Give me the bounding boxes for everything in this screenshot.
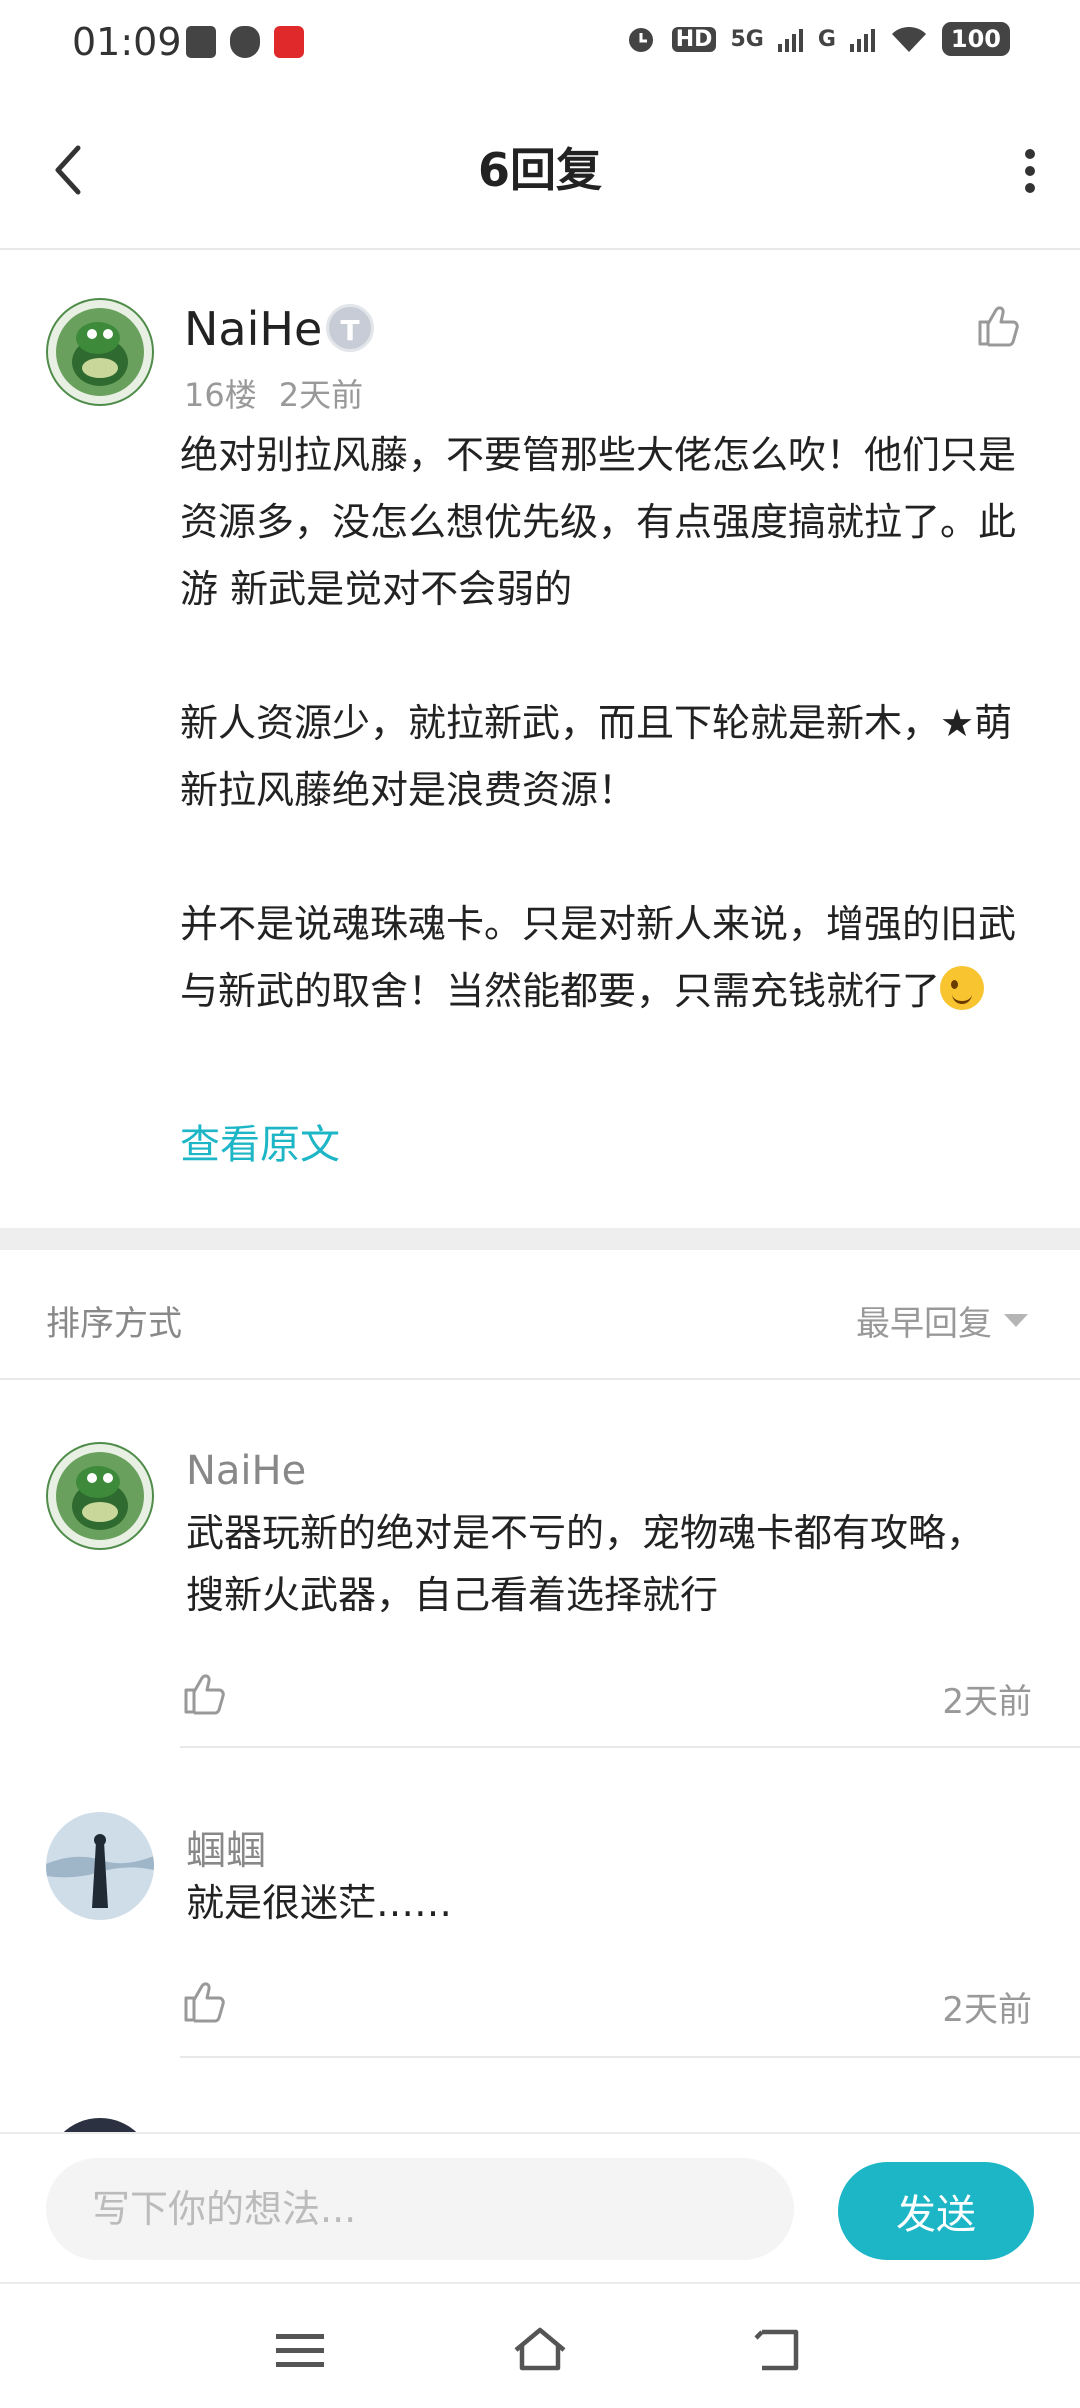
status-time: 01:09 [72,20,182,64]
reply-author[interactable]: NaiHe [186,1448,306,1494]
music-app-icon [274,26,304,58]
signal-bars-icon [849,29,875,52]
sort-value: 最早回复 [856,1304,992,1344]
back-nav-icon[interactable] [752,2324,808,2376]
sort-bar: 排序方式 最早回复 [0,1250,1080,1380]
section-divider [0,1228,1080,1250]
reply-item: NaiHe 武器玩新的绝对是不亏的，宠物魂卡都有攻略，搜新火武器，自己看着选择就… [0,1382,1080,1752]
reply-time: 2天前 [942,1990,1032,2030]
send-button[interactable]: 发送 [838,2162,1034,2260]
alarm-icon [628,28,653,52]
hd-indicator: HD [671,26,717,52]
post-paragraph-text: 并不是说魂珠魂卡。只是对新人来说，增强的旧武与新武的取舍！当然能都要，只需充钱就… [180,902,1017,1013]
thumbs-up-icon[interactable] [180,1978,228,2026]
clipboard-icon [186,26,216,58]
wink-emoji-icon [940,966,985,1010]
top-app-bar: 6回复 [0,90,1080,250]
comment-composer: 发送 [0,2132,1080,2282]
shield-icon [230,26,260,58]
post-paragraph [180,623,1030,690]
post-meta: 16楼 2天前 [184,370,363,416]
post-paragraph-last: 并不是说魂珠魂卡。只是对新人来说，增强的旧武与新武的取舍！当然能都要，只需充钱就… [180,891,1030,1025]
level-badge: T [326,304,374,352]
comment-input[interactable] [46,2158,794,2260]
reply-item: 蝈蝈 就是很迷茫…… 2天前 [0,1752,1080,2062]
main-post: NaiHe T 16楼 2天前 绝对别拉风藤，不要管那些大佬怎么吹！他们只是资源多… [0,252,1080,1227]
home-icon[interactable] [512,2324,568,2376]
more-options-icon[interactable] [1020,146,1040,196]
post-body: 绝对别拉风藤，不要管那些大佬怎么吹！他们只是资源多，没怎么想优先级，有点强度搞就… [180,422,1030,1025]
author-avatar[interactable] [46,298,154,406]
author-name[interactable]: NaiHe [184,302,322,356]
signal-g-label: G [817,26,836,52]
system-nav-bar [0,2282,1080,2408]
notification-icons [186,26,304,58]
post-paragraph: 绝对别拉风藤，不要管那些大佬怎么吹！他们只是资源多，没怎么想优先级，有点强度搞就… [180,433,1017,611]
status-right: HD 5G G 100 [624,22,1010,56]
view-original-link[interactable]: 查看原文 [180,1112,340,1170]
status-bar: 01:09 HD 5G G 100 [0,0,1080,90]
page-title: 6回复 [477,143,602,197]
reply-time: 2天前 [942,1682,1032,1722]
sort-dropdown[interactable]: 最早回复 [856,1296,1028,1345]
post-paragraph: 新人资源少，就拉新武，而且下轮就是新木，★萌新拉风藤绝对是浪费资源！ [180,701,1013,812]
reply-text: 就是很迷茫…… [186,1881,453,1925]
reply-divider [180,1746,1080,1748]
caret-down-icon [1004,1314,1028,1327]
floor-number: 16楼 [184,376,257,414]
signal-bars-icon [777,29,803,52]
sort-label: 排序方式 [46,1304,182,1344]
wifi-icon [891,26,926,52]
reply-author[interactable]: 蝈蝈 [186,1818,266,1876]
post-time: 2天前 [278,376,364,414]
menu-icon[interactable] [272,2324,328,2376]
reply-avatar[interactable] [46,1812,154,1920]
thumbs-up-icon[interactable] [180,1670,228,1718]
battery-indicator: 100 [941,22,1010,56]
reply-divider [180,2056,1080,2058]
post-paragraph [180,824,1030,891]
signal-5g-label: 5G [730,26,764,52]
reply-avatar[interactable] [46,1442,154,1550]
reply-text: 武器玩新的绝对是不亏的，宠物魂卡都有攻略，搜新火武器，自己看着选择就行 [186,1511,985,1617]
thumbs-up-icon[interactable] [974,302,1022,350]
